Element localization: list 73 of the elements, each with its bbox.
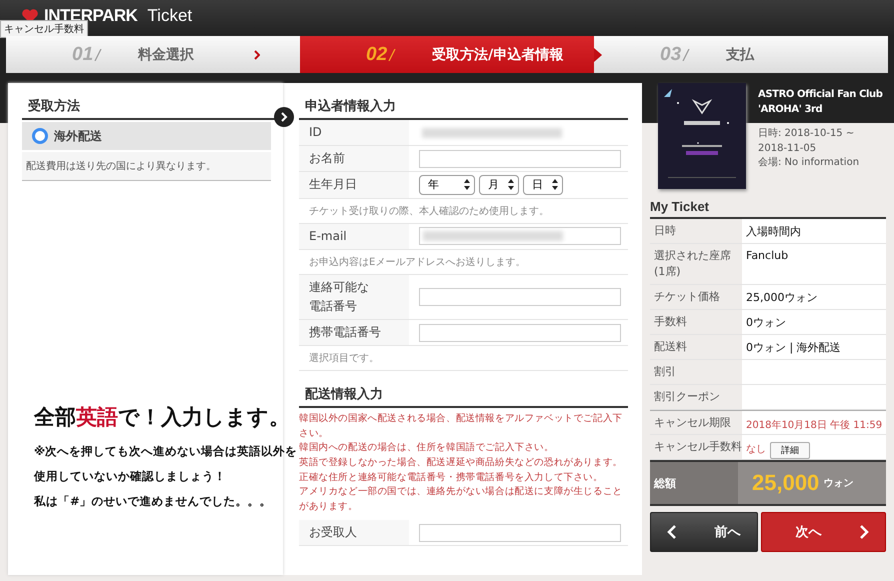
detail-button[interactable]: 詳細 xyxy=(770,442,810,460)
ticket-value: Fanclub xyxy=(746,248,788,262)
event-date: 日時: 2018-10-15 ~ 2018-11-05 xyxy=(758,127,856,156)
radio-button[interactable] xyxy=(32,128,48,144)
chevron-icon xyxy=(254,50,260,60)
ticket-value: 25,000ウォン xyxy=(746,290,818,305)
ticket-label: 選択された座席(1席) xyxy=(650,244,742,284)
field-label: お名前 xyxy=(309,150,345,168)
ticket-value: なし xyxy=(746,443,766,456)
ticket-label: 配送料 xyxy=(650,334,742,359)
field-label: 連絡可能な xyxy=(309,278,369,296)
shipping-note: 英語で登録しなかった場合、配送遅延や商品紛失などの恐れがあります。 xyxy=(299,456,624,470)
form-note: 選択項目です。 xyxy=(309,352,379,366)
section-title: 配送情報入力 xyxy=(299,381,628,408)
field-label: 携帯電話番号 xyxy=(309,324,381,342)
dropdown[interactable]: 年 xyxy=(419,174,475,195)
up-down-arrows-icon xyxy=(464,179,470,190)
dropdown[interactable]: 日 xyxy=(523,174,563,195)
product-name: Ticket xyxy=(147,6,192,26)
previous-button[interactable]: 前へ xyxy=(650,512,758,552)
total-amount: 25,000 xyxy=(752,470,820,496)
heart-logo-icon xyxy=(22,9,38,23)
total-label: 総額 xyxy=(650,462,738,504)
slash-icon xyxy=(94,48,102,60)
expand-icon[interactable] xyxy=(274,107,294,127)
step-arrow-icon xyxy=(594,48,602,62)
option-label: 海外配送 xyxy=(54,128,102,144)
slash-icon xyxy=(388,48,396,60)
next-button[interactable]: 次へ xyxy=(760,512,886,552)
ticket-label: 日時 xyxy=(650,219,742,243)
up-down-arrows-icon xyxy=(552,179,558,190)
delivery-option[interactable]: 海外配送 xyxy=(22,122,271,150)
ticket-value: 0ウォン | 海外配送 xyxy=(746,340,841,355)
caption-text: ※次へを押しても次へ進めない場合は英語以外を xyxy=(34,443,298,460)
up-down-arrows-icon xyxy=(508,179,514,190)
shipping-note: 正確な住所と連絡可能な電話番号・携帯電話番号を入力して下さい。 xyxy=(299,470,604,484)
chevron-right-icon xyxy=(859,524,869,540)
input-field[interactable] xyxy=(419,288,621,306)
currency-label: ウォン xyxy=(823,477,854,490)
event-title: ASTRO Official Fan Club 'AROHA' 3rd xyxy=(758,88,884,117)
tooltip: キャンセル手数料 xyxy=(0,20,88,38)
field-label: お受取人 xyxy=(309,524,357,542)
shipping-note: アメリカなど一部の国では、連絡先がない場合は配送に支障が生じることがあります。 xyxy=(299,485,624,514)
ticket-label: 手数料 xyxy=(650,310,742,334)
chevron-left-icon xyxy=(667,524,677,540)
dropdown[interactable]: 月 xyxy=(479,174,519,195)
field-label: ID xyxy=(309,124,322,141)
ticket-label: チケット価格 xyxy=(650,284,742,309)
shipping-note: 韓国以外の国家へ配送される場合、配送情報をアルファベットでご記入下さい。 xyxy=(299,412,624,441)
shipping-note: 韓国内への配送の場合は、住所を韓国語でご記入下さい。 xyxy=(299,441,555,456)
ticket-value: 入場時間内 xyxy=(746,224,801,239)
form-note: お申込内容はEメールアドレスへお送りします。 xyxy=(309,256,526,269)
field-label: 生年月日 xyxy=(309,176,357,194)
caption-text: 私は「#」のせいで進めませんでした。。。 xyxy=(34,493,273,510)
ticket-label: キャンセル期限 xyxy=(650,410,742,434)
caption-text: 使用していないか確認しましょう！ xyxy=(34,468,227,485)
input-field[interactable] xyxy=(419,324,621,342)
field-label: 電話番号 xyxy=(309,298,358,315)
input-field[interactable] xyxy=(419,227,621,246)
caption-headline: 全部英語で！入力します。 xyxy=(34,404,291,431)
ticket-label: 割引 xyxy=(650,360,742,384)
form-note: チケット受け取りの際、本人確認のため使用します。 xyxy=(309,204,549,218)
input-field[interactable] xyxy=(419,524,621,542)
field-label: E-mail xyxy=(309,228,347,245)
event-venue: 会場: No information xyxy=(758,156,860,170)
delivery-note: 配送費用は送り先の国により異なります。 xyxy=(22,152,271,181)
ticket-value: 2018年10月18日 午後 11:59 xyxy=(746,418,882,432)
section-title: 受取方法 xyxy=(22,93,275,120)
input-field[interactable] xyxy=(419,150,621,168)
ticket-value: 0ウォン xyxy=(746,314,786,330)
slash-icon xyxy=(682,48,690,60)
ticket-label: キャンセル手数料 xyxy=(650,435,742,460)
ticket-label: 割引クーポン xyxy=(650,384,742,408)
